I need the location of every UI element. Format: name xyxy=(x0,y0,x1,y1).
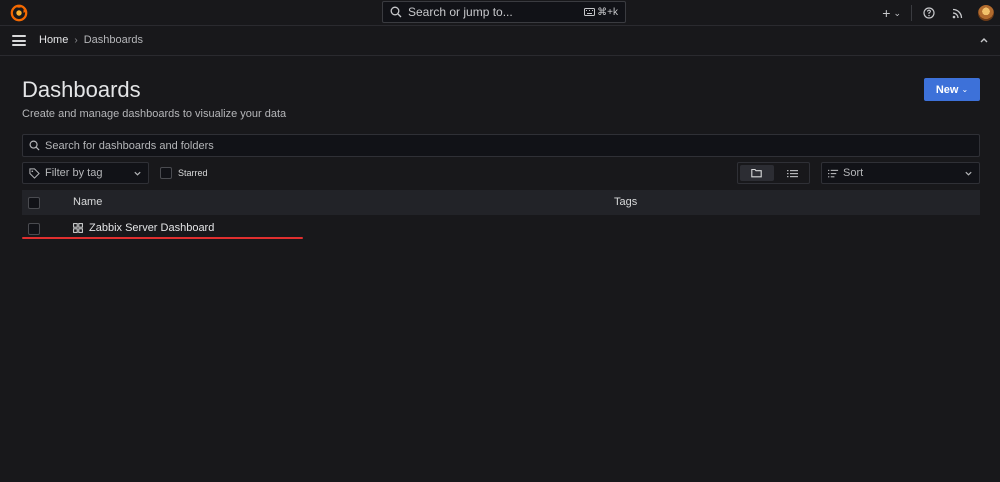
grafana-logo-icon[interactable] xyxy=(10,4,28,22)
breadcrumb: Home › Dashboards xyxy=(39,34,143,46)
new-button-label: New xyxy=(935,83,959,96)
list-view-button[interactable] xyxy=(776,163,810,183)
chevron-down-icon xyxy=(134,171,141,176)
user-avatar[interactable] xyxy=(978,5,994,21)
breadcrumb-bar: Home › Dashboards xyxy=(0,26,1000,56)
top-bar: Search or jump to... ⌘+k + ⌄ xyxy=(0,0,1000,26)
breadcrumb-separator: › xyxy=(74,34,78,46)
chevron-up-icon[interactable] xyxy=(979,35,989,45)
starred-label: Starred xyxy=(178,168,208,178)
sort-label: Sort xyxy=(843,167,864,179)
page-subtitle: Create and manage dashboards to visualiz… xyxy=(22,108,287,120)
top-bar-actions: + ⌄ xyxy=(882,0,1000,26)
dashboard-search-placeholder: Search for dashboards and folders xyxy=(45,139,214,152)
breadcrumb-current: Dashboards xyxy=(83,34,144,46)
plus-icon: + xyxy=(882,5,891,21)
help-button[interactable] xyxy=(922,6,936,20)
global-search-input[interactable]: Search or jump to... ⌘+k xyxy=(382,1,626,23)
sort-select[interactable]: Sort xyxy=(821,162,980,184)
table-header: Name Tags xyxy=(22,190,980,215)
tag-icon xyxy=(29,167,40,179)
annotation-underline xyxy=(22,237,303,239)
rss-icon xyxy=(952,8,962,18)
column-header-name[interactable]: Name xyxy=(73,196,102,208)
page-title: Dashboards xyxy=(22,77,141,102)
sort-icon xyxy=(828,169,839,177)
dashboard-grid-icon xyxy=(73,223,83,233)
keyboard-shortcut: ⌘+k xyxy=(584,7,618,18)
tag-filter-select[interactable]: Filter by tag xyxy=(22,162,149,184)
starred-filter[interactable]: Starred xyxy=(160,167,208,179)
breadcrumb-home[interactable]: Home xyxy=(39,34,68,46)
list-icon xyxy=(786,169,798,177)
new-dashboard-button[interactable]: New ⌄ xyxy=(924,78,980,101)
add-new-button[interactable]: + ⌄ xyxy=(882,5,901,21)
dashboard-link[interactable]: Zabbix Server Dashboard xyxy=(73,222,214,234)
row-checkbox[interactable] xyxy=(28,222,40,235)
search-icon xyxy=(29,140,40,151)
chevron-down-icon: ⌄ xyxy=(893,7,901,18)
global-search-placeholder: Search or jump to... xyxy=(408,5,513,19)
search-icon xyxy=(390,6,402,18)
column-header-tags: Tags xyxy=(614,196,638,208)
dashboard-search-input[interactable]: Search for dashboards and folders xyxy=(22,134,980,157)
tag-filter-label: Filter by tag xyxy=(45,167,103,179)
view-toggle xyxy=(737,162,810,184)
chevron-down-icon: ⌄ xyxy=(961,85,969,94)
menu-toggle-icon[interactable] xyxy=(12,35,26,46)
news-feed-button[interactable] xyxy=(950,6,964,20)
keyboard-icon xyxy=(584,8,596,16)
starred-checkbox[interactable] xyxy=(160,167,172,179)
folder-view-button[interactable] xyxy=(740,165,774,181)
divider xyxy=(911,5,912,21)
help-icon xyxy=(923,7,935,19)
dashboard-name: Zabbix Server Dashboard xyxy=(89,222,215,234)
select-all-checkbox[interactable] xyxy=(28,196,40,209)
folder-icon xyxy=(751,168,762,178)
shortcut-text: ⌘+k xyxy=(597,6,618,18)
chevron-down-icon xyxy=(965,171,972,176)
